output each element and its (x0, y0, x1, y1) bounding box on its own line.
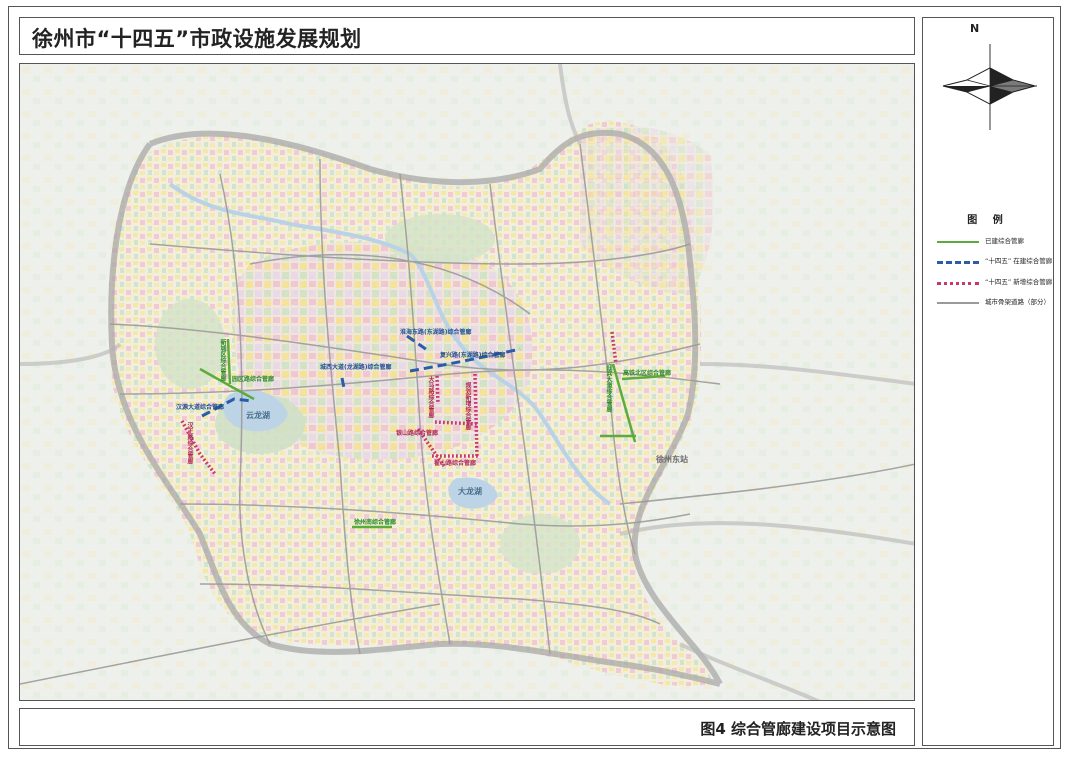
legend-swatch-green (937, 241, 979, 243)
tunnel-label: 翟山路综合管廊 (434, 460, 477, 467)
park-area (155, 299, 225, 389)
tunnel-label: 徐州南综合管廊 (354, 519, 397, 526)
tunnel-label: 高铁北区综合管廊 (623, 370, 672, 377)
legend-label: 城市骨架道路（部分） (985, 298, 1050, 306)
legend-item-roads: 城市骨架道路（部分） (933, 296, 1053, 310)
caption-bar: 图4 综合管廊建设项目示意图 (19, 708, 915, 746)
xuzhou-east-station-label: 徐州东站 (656, 455, 688, 464)
figure-caption: 图4 综合管廊建设项目示意图 (700, 720, 896, 738)
legend-item-built: 已建综合管廊 (933, 235, 1053, 249)
legend-swatch-red-dotted (937, 282, 979, 285)
map-panel[interactable]: 云龙湖 大龙湖 徐州东站 新城区综合管廊 园区路综合管廊 徐州南综合管廊 迎宾大… (19, 63, 915, 701)
tunnel-label: 新城区综合管廊 (219, 339, 226, 381)
tunnel-label: 汉王路综合管廊 (186, 422, 193, 464)
tunnel-label: 汉源大道综合管廊 (176, 404, 225, 411)
tunnel-label: 城西大道(龙湖路)综合管廊 (320, 364, 392, 371)
legend-label: 已建综合管廊 (985, 237, 1024, 245)
yunlong-lake-label: 云龙湖 (246, 411, 270, 420)
tunnel-label: 银山路综合管廊 (396, 430, 439, 437)
legend-panel: N 图 例 已建综合管廊 “十四五” 在建综合管廊 “十四五” 新增综合管廊 城… (922, 17, 1054, 746)
legend-swatch-gray (937, 302, 979, 304)
north-label: N (970, 22, 980, 35)
legend-title: 图 例 (967, 215, 1009, 226)
north-arrow-icon (942, 44, 1037, 130)
legend-label: “十四五” 在建综合管廊 (985, 257, 1053, 265)
tunnel-label: 复兴路(东湖路)综合管廊 (440, 352, 506, 359)
legend-item-construction: “十四五” 在建综合管廊 (933, 255, 1053, 269)
legend-swatch-blue-dashed (937, 261, 979, 264)
legend-label: “十四五” 新增综合管廊 (985, 278, 1053, 286)
tunnel-label: 淮海东路(东湖路)综合管廊 (400, 329, 472, 336)
tunnel-label: 大马路综合管廊 (427, 376, 434, 418)
park-area (385, 214, 495, 264)
page-title: 徐州市“十四五”市政设施发展规划 (32, 27, 362, 51)
tunnel-label: 迎宾大道综合管廊 (605, 364, 612, 412)
legend-item-new: “十四五” 新增综合管廊 (933, 276, 1053, 290)
dalong-lake-label: 大龙湖 (458, 487, 482, 496)
tunnel-label: 规划新增综合管廊 (464, 382, 471, 430)
tunnel-label: 园区路综合管廊 (232, 376, 275, 383)
title-bar: 徐州市“十四五”市政设施发展规划 (19, 17, 915, 55)
